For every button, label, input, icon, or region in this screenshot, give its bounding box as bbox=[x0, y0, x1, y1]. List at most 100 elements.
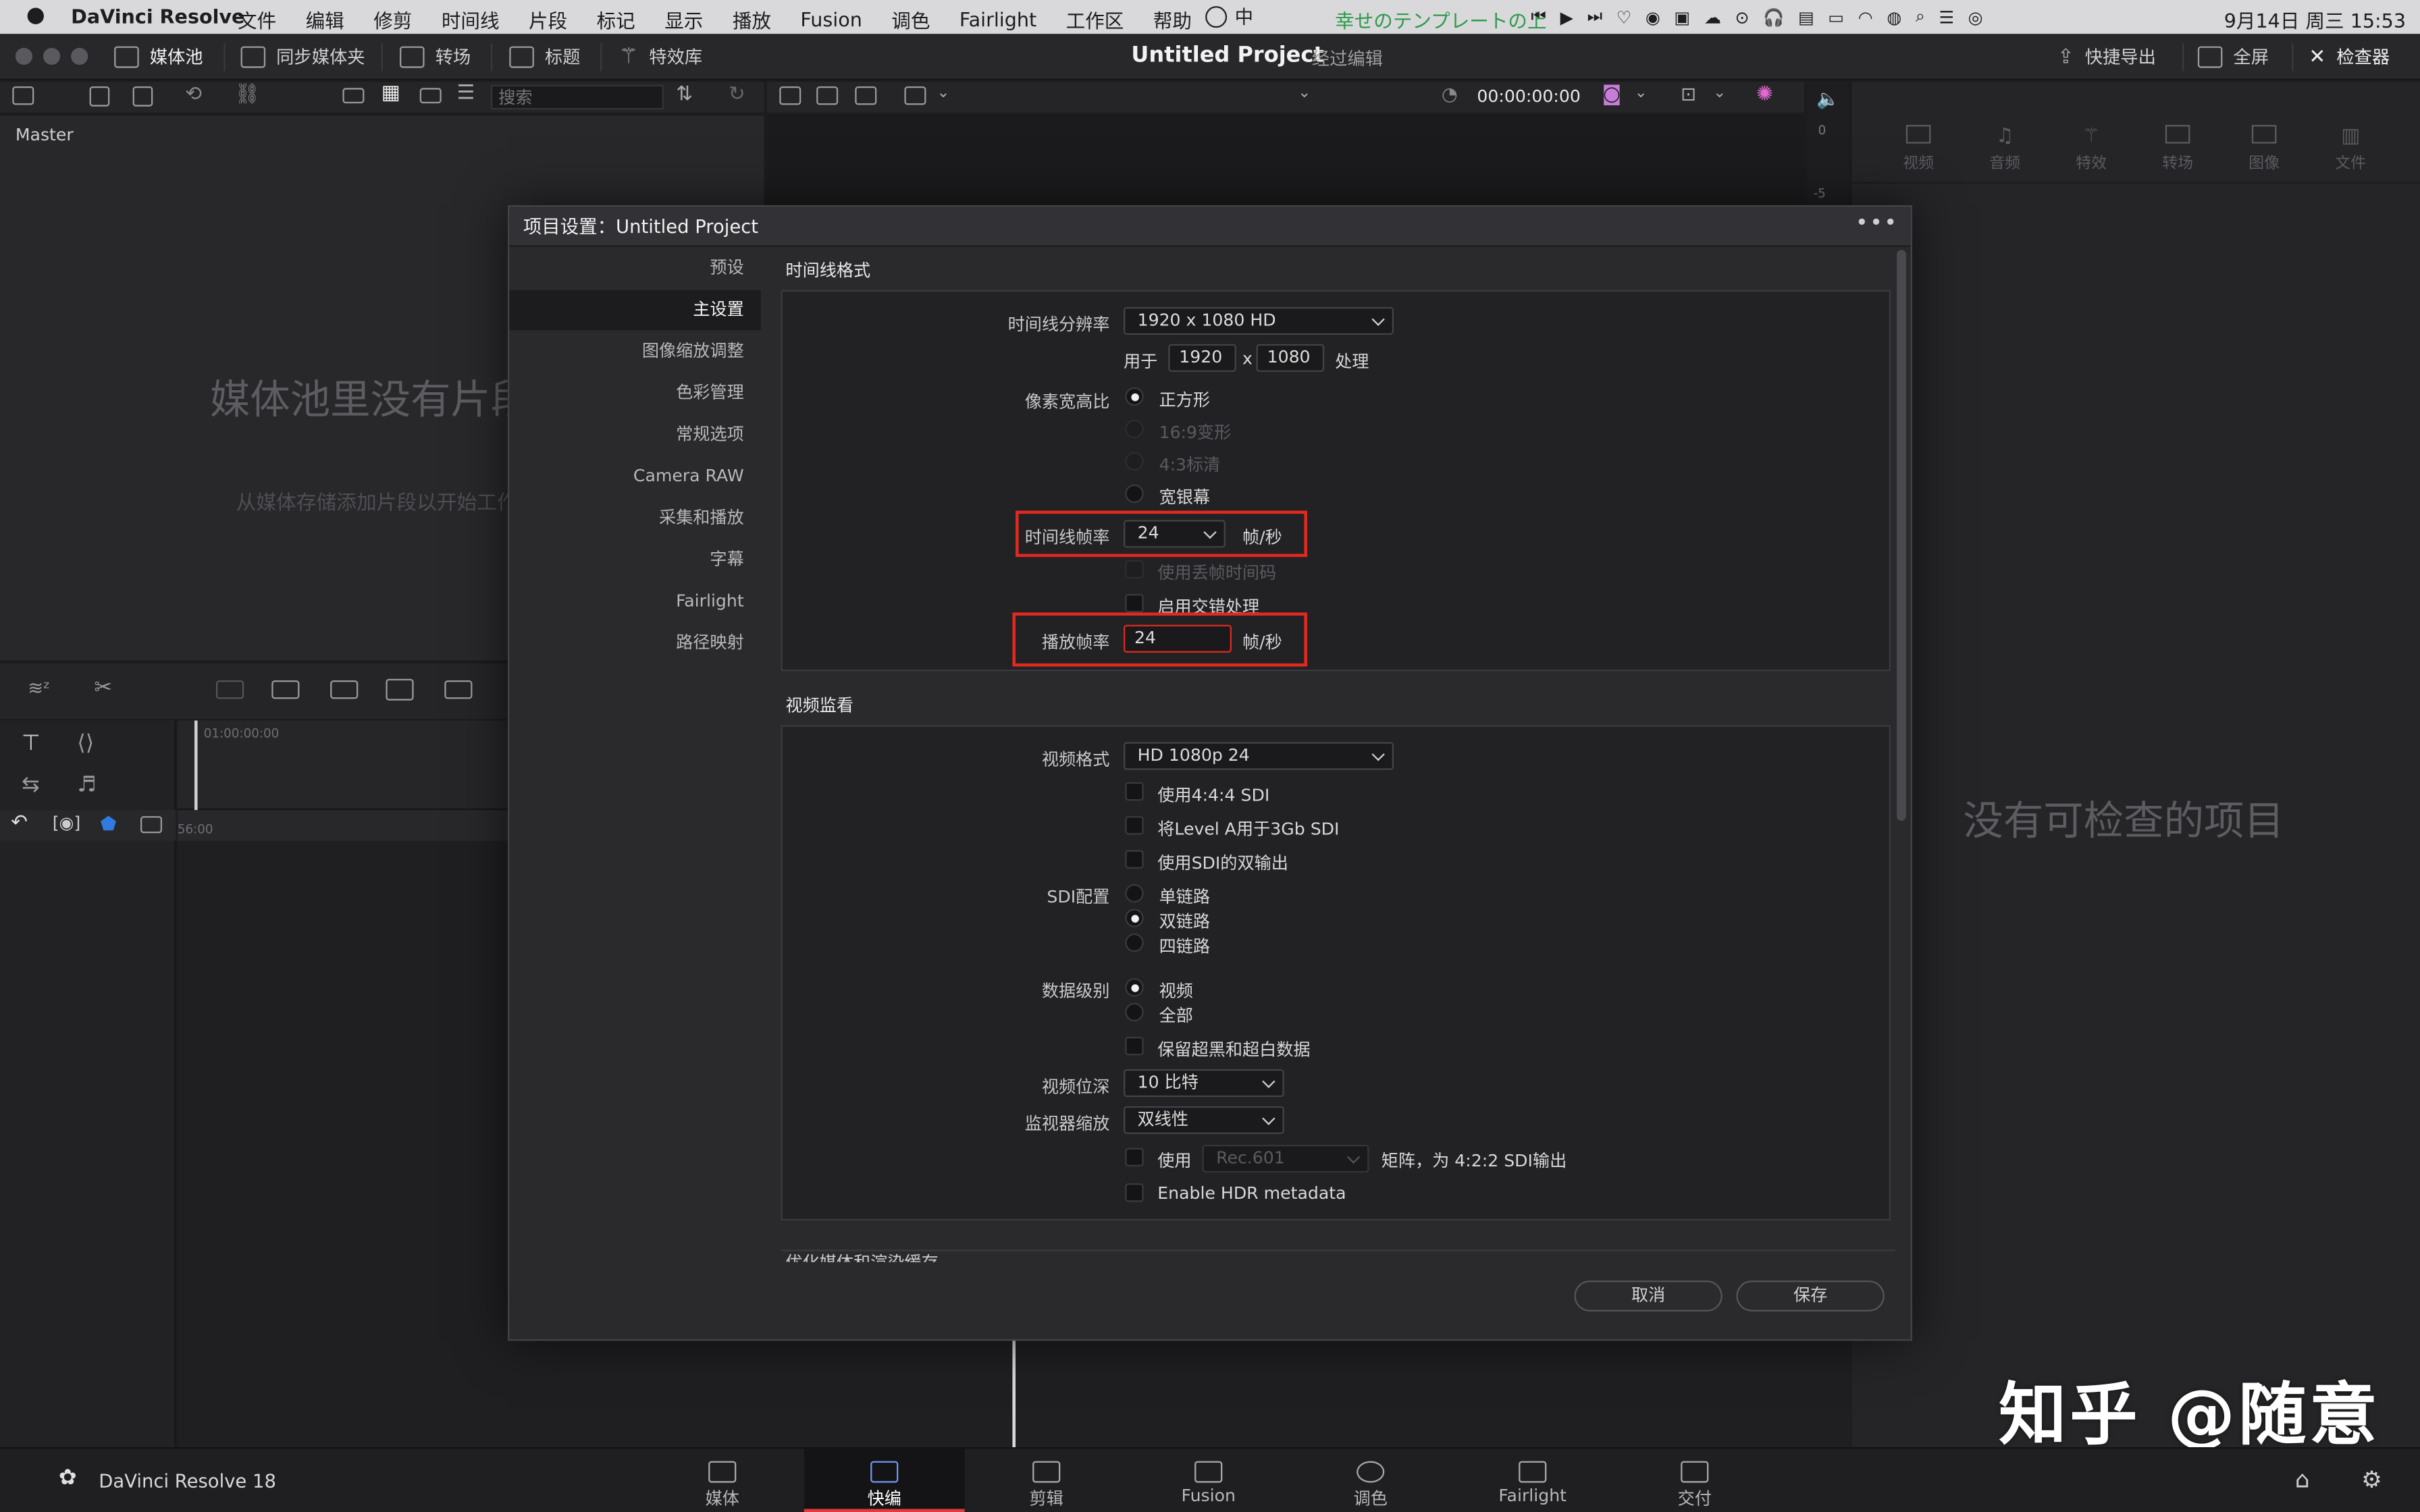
sync-icon[interactable]: ◉ bbox=[1646, 7, 1660, 27]
page-fusion[interactable]: Fusion bbox=[1128, 1449, 1289, 1512]
playhead[interactable] bbox=[1012, 1337, 1015, 1447]
now-playing[interactable]: 幸せのテンプレートの上 bbox=[1335, 5, 1546, 34]
aspect-sd-radio[interactable] bbox=[1125, 452, 1144, 471]
transitions-button[interactable]: 转场 bbox=[399, 45, 471, 70]
menu-color[interactable]: 调色 bbox=[891, 5, 930, 34]
chevron-down-icon[interactable]: ⌄ bbox=[937, 85, 949, 102]
viewer-size-icon[interactable] bbox=[904, 86, 926, 105]
playhead[interactable] bbox=[194, 720, 197, 810]
tab-audio[interactable]: ♫ 音频 bbox=[1978, 125, 2031, 173]
app-s-icon[interactable]: ▤ bbox=[1798, 7, 1814, 27]
menu-timeline[interactable]: 时间线 bbox=[442, 5, 500, 34]
status-icon[interactable] bbox=[1205, 6, 1228, 28]
menu-trim[interactable]: 修剪 bbox=[373, 5, 412, 34]
menu-fairlight[interactable]: Fairlight bbox=[959, 7, 1036, 30]
level-a-checkbox[interactable] bbox=[1125, 816, 1144, 835]
heart-icon[interactable]: ♡ bbox=[1616, 7, 1632, 27]
effects-button[interactable]: ⚚ 特效库 bbox=[619, 45, 703, 70]
next-icon[interactable]: ⏭ bbox=[1587, 6, 1603, 28]
chevron-down-icon[interactable]: ⌄ bbox=[1298, 85, 1311, 102]
nav-fairlight[interactable]: Fairlight bbox=[509, 582, 761, 622]
play-icon[interactable]: ▶ bbox=[1560, 7, 1573, 27]
viewer-source-icon[interactable] bbox=[816, 86, 839, 105]
apple-icon[interactable]: ● bbox=[26, 3, 45, 28]
menu-help[interactable]: 帮助 bbox=[1153, 5, 1192, 34]
dual-link-radio[interactable] bbox=[1125, 909, 1144, 927]
search-input[interactable] bbox=[490, 84, 664, 110]
page-color[interactable]: 调色 bbox=[1290, 1449, 1451, 1512]
media-pool-button[interactable]: 媒体池 bbox=[114, 45, 203, 70]
link-icon[interactable]: ⛓ bbox=[234, 83, 260, 106]
height-input[interactable]: 1080 bbox=[1256, 344, 1325, 372]
chevron-down-icon[interactable]: ⌄ bbox=[1635, 85, 1648, 102]
sidebar-toggle-icon[interactable] bbox=[12, 86, 34, 105]
tab-transition[interactable]: 转场 bbox=[2151, 125, 2204, 173]
sort-icon[interactable]: ⇅ bbox=[676, 83, 693, 106]
cancel-button[interactable]: 取消 bbox=[1574, 1280, 1722, 1312]
bit-depth-select[interactable]: 10 比特 bbox=[1123, 1069, 1284, 1098]
replace-icon[interactable] bbox=[330, 680, 359, 699]
nav-color-management[interactable]: 色彩管理 bbox=[509, 373, 761, 413]
menu-view[interactable]: 显示 bbox=[664, 5, 703, 34]
play-circle-icon[interactable]: ⊙ bbox=[1735, 7, 1750, 27]
close-window-button[interactable] bbox=[15, 47, 32, 65]
siri-icon[interactable]: ◎ bbox=[1968, 7, 1983, 27]
data-full-radio[interactable] bbox=[1125, 1002, 1144, 1022]
user-icon[interactable]: ◍ bbox=[1887, 7, 1901, 27]
aspect-cinemascope-radio[interactable] bbox=[1125, 484, 1144, 504]
speaker-icon[interactable]: 🔈 bbox=[1816, 88, 1839, 109]
resolution-select[interactable]: 1920 x 1080 HD bbox=[1123, 306, 1394, 335]
nav-camera-raw[interactable]: Camera RAW bbox=[509, 457, 761, 497]
camera-icon[interactable]: ◙ bbox=[1602, 83, 1622, 106]
refresh-icon[interactable]: ↻ bbox=[729, 83, 745, 106]
timecode[interactable]: 00:00:00:00 bbox=[1477, 86, 1580, 107]
nav-subtitles[interactable]: 字幕 bbox=[509, 540, 761, 580]
trim-icon[interactable]: ⟨⟩ bbox=[77, 731, 94, 756]
app-status-icon[interactable]: ▣ bbox=[1674, 7, 1690, 27]
filmstrip-view-icon[interactable] bbox=[419, 88, 442, 104]
aspect-square-radio[interactable] bbox=[1125, 387, 1144, 406]
page-edit[interactable]: 剪辑 bbox=[966, 1449, 1127, 1512]
home-icon[interactable]: ⌂ bbox=[2295, 1465, 2310, 1493]
retain-checkbox[interactable] bbox=[1125, 1036, 1144, 1056]
page-cut[interactable]: 快编 bbox=[804, 1449, 965, 1512]
width-input[interactable]: 1920 bbox=[1168, 344, 1236, 372]
fullscreen-button[interactable]: 全屏 bbox=[2197, 45, 2269, 70]
tab-image[interactable]: 图像 bbox=[2238, 125, 2290, 173]
viewer-grid-icon[interactable] bbox=[855, 86, 877, 105]
titles-button[interactable]: 标题 bbox=[509, 45, 580, 70]
menu-fusion[interactable]: Fusion bbox=[800, 7, 862, 30]
data-video-radio[interactable] bbox=[1125, 978, 1144, 997]
control-center-icon[interactable]: ☰ bbox=[1939, 7, 1955, 27]
viewer-mode-icon[interactable] bbox=[779, 86, 801, 105]
transform-icon[interactable]: ⊡ bbox=[1681, 83, 1696, 105]
sleep-icon[interactable]: ≋ᶻ bbox=[28, 677, 50, 699]
scissors-icon[interactable]: ✂ bbox=[94, 676, 112, 701]
inspector-button[interactable]: ✕ 检查器 bbox=[2309, 45, 2390, 70]
menu-edit[interactable]: 编辑 bbox=[306, 5, 344, 34]
page-fairlight[interactable]: Fairlight bbox=[1452, 1449, 1613, 1512]
menu-playback[interactable]: 播放 bbox=[733, 5, 771, 34]
wifi-icon[interactable]: ◠ bbox=[1858, 7, 1873, 27]
scrollbar[interactable] bbox=[1897, 250, 1906, 821]
menu-clip[interactable]: 片段 bbox=[529, 5, 567, 34]
search-icon[interactable]: ⌕ bbox=[1916, 6, 1925, 28]
nav-presets[interactable]: 预设 bbox=[509, 248, 761, 288]
drop-frame-checkbox[interactable] bbox=[1125, 560, 1144, 579]
sync-bin-button[interactable]: 同步媒体夹 bbox=[240, 45, 365, 70]
interlace-checkbox[interactable] bbox=[1125, 593, 1144, 613]
video-format-select[interactable]: HD 1080p 24 bbox=[1123, 742, 1394, 770]
nav-path-mapping[interactable]: 路径映射 bbox=[509, 623, 761, 663]
minimize-window-button[interactable] bbox=[43, 47, 61, 65]
quick-export-button[interactable]: ⇪ 快捷导出 bbox=[2057, 45, 2156, 70]
new-timeline-icon[interactable] bbox=[132, 86, 153, 107]
tab-video[interactable]: 视频 bbox=[1892, 125, 1945, 173]
list-view-icon[interactable] bbox=[342, 88, 365, 104]
chevron-down-icon[interactable]: ⌄ bbox=[1713, 85, 1726, 102]
tab-file[interactable]: ▥ 文件 bbox=[2324, 125, 2377, 173]
tab-effects[interactable]: ⚚ 特效 bbox=[2065, 125, 2118, 173]
new-bin-icon[interactable] bbox=[89, 86, 110, 107]
menu-workspace[interactable]: 工作区 bbox=[1066, 5, 1124, 34]
more-options-icon[interactable]: ••• bbox=[1856, 211, 1899, 236]
monitor-scaling-select[interactable]: 双线性 bbox=[1123, 1106, 1284, 1134]
